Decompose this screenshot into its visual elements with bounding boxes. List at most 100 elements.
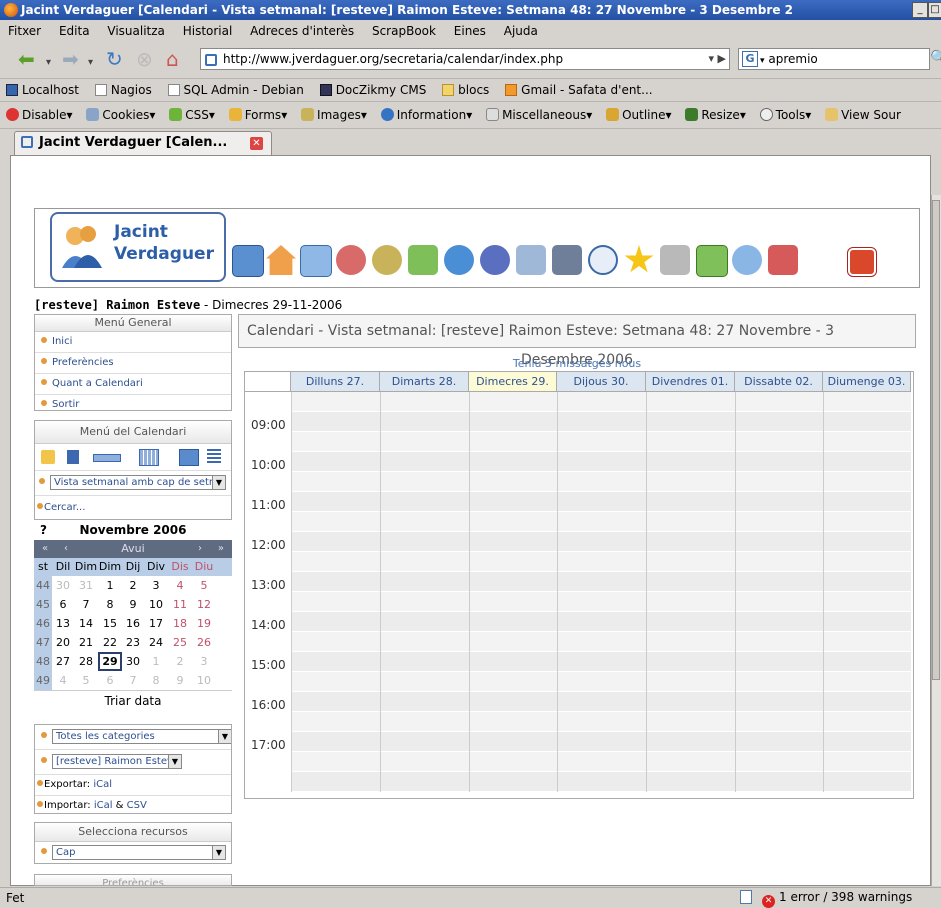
date-cell[interactable]: 1 (98, 576, 122, 595)
time-slot[interactable] (823, 392, 911, 412)
time-slot[interactable] (646, 632, 735, 652)
users-app-icon[interactable] (336, 245, 366, 275)
maximize-button[interactable]: □ (928, 2, 941, 18)
time-slot[interactable] (557, 732, 646, 752)
time-slot[interactable] (646, 672, 735, 692)
time-slot[interactable] (646, 552, 735, 572)
date-cell[interactable]: 6 (52, 595, 74, 614)
time-slot[interactable] (291, 712, 380, 732)
time-slot[interactable] (380, 692, 469, 712)
time-slot[interactable] (823, 492, 911, 512)
date-cell[interactable]: 8 (98, 595, 122, 614)
date-cell[interactable]: 24 (144, 633, 168, 652)
time-slot[interactable] (291, 772, 380, 792)
time-slot[interactable] (823, 512, 911, 532)
date-cell[interactable]: 25 (168, 633, 192, 652)
time-slot[interactable] (469, 532, 557, 552)
menu-visualitza[interactable]: Visualitza (107, 24, 165, 38)
import-ical-link[interactable]: iCal (94, 800, 113, 811)
webdev-disable[interactable]: Disable▾ (6, 108, 73, 122)
date-cell[interactable]: 4 (52, 671, 74, 690)
webdev-css[interactable]: CSS▾ (169, 108, 215, 122)
menu-edita[interactable]: Edita (59, 24, 90, 38)
time-slot[interactable] (646, 712, 735, 732)
time-slot[interactable] (469, 672, 557, 692)
today-button[interactable]: Avui (121, 542, 144, 555)
browser-app-icon[interactable] (444, 245, 474, 275)
time-slot[interactable] (469, 392, 557, 412)
tab-close-icon[interactable]: ✕ (250, 137, 263, 150)
search-row[interactable]: Cercar... (35, 496, 231, 521)
time-slot[interactable] (380, 632, 469, 652)
time-slot[interactable] (646, 592, 735, 612)
time-slot[interactable] (291, 732, 380, 752)
date-cell[interactable]: 30 (52, 576, 74, 595)
time-slot[interactable] (291, 692, 380, 712)
bookmark-nagios[interactable]: Nagios (94, 83, 152, 97)
time-slot[interactable] (291, 532, 380, 552)
day-header[interactable]: Dimarts 28. (380, 372, 469, 392)
week-number[interactable]: 45 (34, 595, 52, 614)
date-cell[interactable]: 26 (192, 633, 216, 652)
time-slot[interactable] (469, 652, 557, 672)
time-slot[interactable] (735, 432, 823, 452)
language-app-icon[interactable] (768, 245, 798, 275)
list-view-icon[interactable] (207, 449, 221, 464)
time-slot[interactable] (291, 412, 380, 432)
date-cell[interactable]: 1 (144, 652, 168, 671)
menu-adreces[interactable]: Adreces d'interès (250, 24, 354, 38)
webdev-miscellaneous[interactable]: Miscellaneous▾ (486, 108, 592, 122)
date-cell[interactable]: 27 (52, 652, 74, 671)
time-slot[interactable] (380, 612, 469, 632)
time-slot[interactable] (735, 732, 823, 752)
time-slot[interactable] (646, 432, 735, 452)
time-slot[interactable] (380, 432, 469, 452)
date-cell[interactable]: 7 (122, 671, 144, 690)
date-cell[interactable]: 5 (192, 576, 216, 595)
time-slot[interactable] (291, 752, 380, 772)
time-slot[interactable] (380, 452, 469, 472)
time-slot[interactable] (291, 492, 380, 512)
bookmark-sql-admin[interactable]: SQL Admin - Debian (167, 83, 304, 97)
time-slot[interactable] (469, 592, 557, 612)
time-slot[interactable] (823, 472, 911, 492)
next-year-button[interactable]: » (218, 540, 224, 558)
time-slot[interactable] (823, 732, 911, 752)
time-slot[interactable] (735, 772, 823, 792)
user-select[interactable]: [resteve] Raimon Esteve ▼ (52, 753, 182, 769)
time-slot[interactable] (557, 612, 646, 632)
time-slot[interactable] (469, 772, 557, 792)
webdev-view-source[interactable]: View Sour (825, 108, 901, 122)
scrollbar-thumb[interactable] (932, 200, 940, 680)
bookmark-blocs[interactable]: blocs (442, 83, 489, 97)
time-slot[interactable] (823, 452, 911, 472)
time-slot[interactable] (469, 632, 557, 652)
time-slot[interactable] (557, 652, 646, 672)
time-slot[interactable] (291, 652, 380, 672)
time-slot[interactable] (380, 652, 469, 672)
month-view-icon[interactable] (139, 449, 159, 466)
time-slot[interactable] (735, 452, 823, 472)
time-slot[interactable] (646, 452, 735, 472)
time-slot[interactable] (291, 452, 380, 472)
bookmark-gmail[interactable]: Gmail - Safata d'ent... (505, 83, 653, 97)
date-cell[interactable]: 15 (98, 614, 122, 633)
tasks-app-icon[interactable] (552, 245, 582, 275)
time-slot[interactable] (823, 572, 911, 592)
time-slot[interactable] (557, 592, 646, 612)
time-slot[interactable] (469, 412, 557, 432)
date-cell[interactable]: 5 (74, 671, 98, 690)
time-slot[interactable] (646, 752, 735, 772)
prev-year-button[interactable]: « (42, 540, 48, 558)
import-csv-link[interactable]: CSV (127, 800, 147, 811)
year-view-icon[interactable] (179, 449, 199, 466)
projects-app-icon[interactable] (516, 245, 546, 275)
today-date-cell[interactable]: 29 (98, 652, 122, 671)
webdev-tools[interactable]: Tools▾ (759, 108, 811, 122)
time-slot[interactable] (469, 712, 557, 732)
time-slot[interactable] (646, 512, 735, 532)
forward-dropdown-icon[interactable]: ▾ (88, 52, 93, 74)
date-cell[interactable]: 14 (74, 614, 98, 633)
calendar-app-icon[interactable] (300, 245, 332, 277)
time-slot[interactable] (735, 612, 823, 632)
